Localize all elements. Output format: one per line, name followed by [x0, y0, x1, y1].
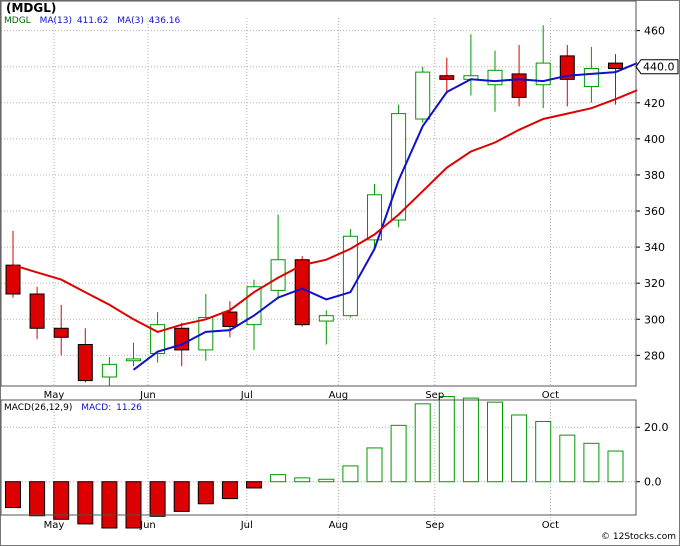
macd-bar	[583, 442, 600, 483]
month-label: Jun	[139, 390, 156, 401]
macd-bar	[607, 450, 624, 483]
month-label: Oct	[542, 390, 559, 401]
macd-bar	[101, 481, 118, 529]
macd-legend: MACD(26,12,9) MACD: 11.26	[4, 403, 148, 413]
price-tick-label: 380	[644, 169, 665, 182]
chart-title: (MDGL)	[6, 1, 57, 15]
candle-body	[29, 293, 45, 329]
month-label: May	[44, 390, 65, 401]
price-tick-label: 360	[644, 205, 665, 218]
macd-legend-key: MACD:	[81, 403, 112, 413]
price-tick-label: 320	[644, 277, 665, 290]
macd-legend-value: 11.26	[116, 403, 142, 413]
ma-lines	[12, 62, 638, 371]
month-label: Jun	[139, 520, 156, 531]
candle-body	[5, 264, 21, 295]
macd-bar	[462, 397, 479, 483]
price-tick-label: 340	[644, 241, 665, 254]
price-tick-label: 300	[644, 313, 665, 326]
month-label: Sep	[425, 390, 444, 401]
macd-bar	[5, 481, 21, 509]
month-label: Jul	[240, 520, 253, 531]
tick-labels: 280300320340360380400420440460MayMayJunJ…	[44, 25, 679, 531]
month-label: Aug	[329, 390, 349, 401]
price-tick-label: 460	[644, 25, 665, 38]
macd-bar	[438, 395, 455, 483]
candle-body	[126, 358, 141, 362]
candle-body	[101, 363, 117, 378]
candle-body	[391, 113, 407, 221]
macd-bar	[149, 481, 166, 517]
candle-body	[318, 315, 334, 322]
candle-body	[583, 68, 599, 88]
macd-bar	[535, 421, 552, 483]
month-label: Sep	[425, 520, 444, 531]
macd-bar	[221, 481, 238, 500]
month-label: Jul	[240, 390, 253, 401]
legend-symbol: MDGL	[4, 16, 31, 26]
candle-body	[77, 344, 93, 382]
chart-svg: 280300320340360380400420440460MayMayJunJ…	[0, 0, 679, 531]
candle-body	[511, 73, 527, 98]
price-legend: MDGL MA(13) 411.62 MA(3) 436.16	[4, 16, 186, 26]
macd-bar	[125, 481, 142, 529]
price-tick-label: 280	[644, 349, 665, 362]
legend-ma13-value: 411.62	[76, 16, 109, 26]
candle-body	[294, 259, 310, 326]
macd-bar	[29, 481, 46, 517]
macd-bar	[246, 481, 262, 489]
macd-bar	[414, 403, 431, 483]
macd-bar	[390, 424, 407, 483]
last-price-label: 440.0	[643, 61, 675, 74]
candle-body	[608, 62, 623, 70]
macd-tick-label: 20.0	[644, 421, 669, 434]
macd-bar	[173, 481, 190, 512]
month-label: Oct	[542, 520, 559, 531]
macd-bar	[511, 414, 528, 483]
macd-bar	[366, 447, 383, 483]
macd-bar	[487, 401, 503, 483]
macd-bar	[77, 481, 94, 525]
macd-bar	[53, 481, 70, 520]
candle-body	[53, 327, 69, 338]
month-label: Aug	[329, 520, 349, 531]
candle-body	[415, 71, 431, 120]
macd-bar	[559, 434, 576, 483]
macd-bar	[270, 474, 287, 483]
macd-bar	[342, 465, 359, 483]
macd-bar	[318, 478, 335, 483]
watermark: © 12Stocks.com	[601, 532, 676, 542]
price-panel-border	[0, 0, 637, 387]
price-tick-label: 400	[644, 133, 665, 146]
candle-body	[439, 75, 455, 80]
month-label: May	[44, 520, 65, 531]
macd-tick-label: 0.0	[644, 476, 662, 489]
macd-bar	[197, 481, 214, 505]
legend-ma13-label: MA(13)	[39, 16, 72, 26]
macd-bar	[294, 477, 311, 483]
legend-ma3-value: 436.16	[148, 16, 181, 26]
macd-bars	[5, 395, 624, 529]
candle-body	[487, 69, 503, 86]
price-tick-label: 420	[644, 97, 665, 110]
candle-body	[222, 311, 238, 327]
macd-legend-label: MACD(26,12,9)	[4, 403, 73, 413]
legend-ma3-label: MA(3)	[117, 16, 144, 26]
